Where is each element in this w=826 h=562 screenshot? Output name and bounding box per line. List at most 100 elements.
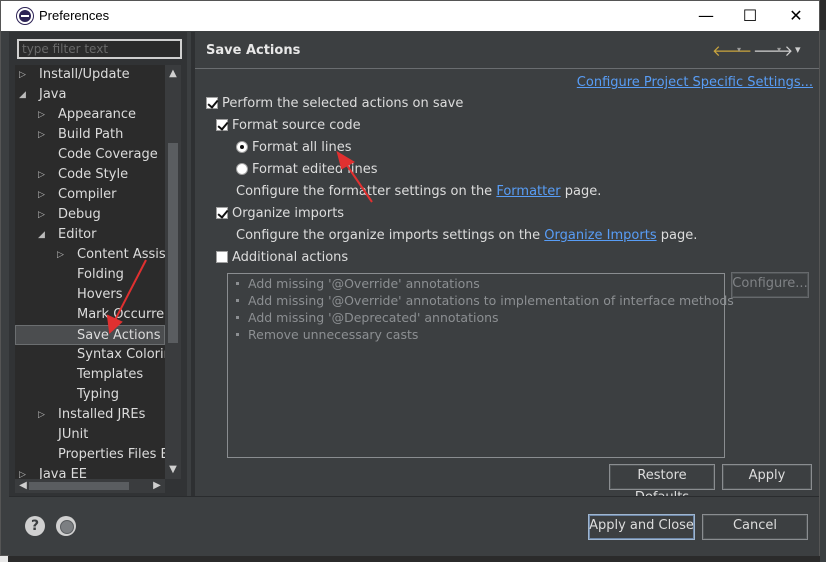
scroll-right-icon[interactable]: ▶ xyxy=(149,479,165,493)
tree-item-label: Typing xyxy=(77,387,119,402)
checkbox-label: Perform the selected actions on save xyxy=(222,96,464,111)
expand-icon[interactable]: ▷ xyxy=(38,405,48,425)
tree-item-properties-files-editor[interactable]: Properties Files Editor xyxy=(44,445,165,465)
additional-actions-checkbox[interactable]: Additional actions xyxy=(216,248,348,268)
forward-menu-icon[interactable]: ▾ xyxy=(777,45,781,54)
tree-item-editor[interactable]: ◢ Editor xyxy=(38,225,97,245)
checkbox-label: Format source code xyxy=(232,118,361,133)
tree-item-java[interactable]: ◢ Java xyxy=(19,85,67,105)
expand-icon[interactable]: ▷ xyxy=(57,245,67,265)
tree-item-label: Templates xyxy=(77,367,144,382)
organize-imports-link[interactable]: Organize Imports xyxy=(544,228,656,243)
tree-item-label: Debug xyxy=(58,207,101,222)
minimize-button[interactable]: — xyxy=(683,1,729,31)
radio-icon[interactable] xyxy=(236,141,248,153)
collapse-icon[interactable]: ◢ xyxy=(19,85,29,105)
window-title: Preferences xyxy=(39,8,110,23)
project-specific-settings-link[interactable]: Configure Project Specific Settings... xyxy=(577,75,813,90)
header-separator xyxy=(195,68,819,69)
tree-horizontal-scrollbar[interactable]: ◀ ▶ xyxy=(15,479,165,493)
tree-item-mark-occurrences[interactable]: Mark Occurrences xyxy=(63,305,165,325)
organize-imports-description: Configure the organize imports settings … xyxy=(236,226,697,246)
formatter-text-end: page. xyxy=(560,184,602,199)
cancel-button[interactable]: Cancel xyxy=(702,514,808,540)
forward-arrow-icon[interactable]: 🡒 xyxy=(753,41,793,60)
format-source-checkbox[interactable]: Format source code xyxy=(216,116,361,136)
tree-item-debug[interactable]: ▷ Debug xyxy=(38,205,101,225)
list-item: Remove unnecessary casts xyxy=(236,326,418,343)
expand-icon[interactable]: ▷ xyxy=(38,125,48,145)
tree-item-syntax-coloring[interactable]: Syntax Coloring xyxy=(63,345,165,365)
maximize-button[interactable]: ☐ xyxy=(727,1,773,31)
configure-button[interactable]: Configure... xyxy=(731,272,809,298)
organize-imports-checkbox[interactable]: Organize imports xyxy=(216,204,344,224)
checkbox-icon[interactable] xyxy=(216,119,228,131)
tree-item-hovers[interactable]: Hovers xyxy=(63,285,123,305)
radio-icon[interactable] xyxy=(236,163,248,175)
organize-text-end: page. xyxy=(656,228,698,243)
scroll-thumb[interactable] xyxy=(29,482,129,490)
back-arrow-icon[interactable]: 🡐 xyxy=(712,41,752,60)
expand-icon[interactable]: ▷ xyxy=(38,105,48,125)
perform-on-save-checkbox[interactable]: Perform the selected actions on save xyxy=(206,94,463,114)
back-menu-icon[interactable]: ▾ xyxy=(737,45,741,54)
apply-button[interactable]: Apply xyxy=(722,464,812,490)
tree-item-compiler[interactable]: ▷ Compiler xyxy=(38,185,117,205)
checkbox-icon[interactable] xyxy=(206,97,218,109)
tree-item-install-update[interactable]: ▷ Install/Update xyxy=(19,65,130,85)
tree-item-installed-jres[interactable]: ▷ Installed JREs xyxy=(38,405,145,425)
title-bar: Preferences — ☐ ✕ xyxy=(1,1,819,31)
restore-defaults-button[interactable]: Restore Defaults xyxy=(609,464,715,505)
close-button[interactable]: ✕ xyxy=(773,1,819,31)
collapse-icon[interactable]: ◢ xyxy=(38,225,48,245)
tree-item-label: Save Actions xyxy=(77,328,161,343)
save-actions-page: Save Actions 🡐 ▾ 🡒 ▾ ▾ Configure Project… xyxy=(195,32,819,505)
scroll-up-icon[interactable]: ▲ xyxy=(165,67,181,81)
tree-item-label: Editor xyxy=(58,227,97,242)
apply-and-close-button[interactable]: Apply and Close xyxy=(588,514,695,540)
checkbox-label: Additional actions xyxy=(232,250,349,265)
scroll-thumb[interactable] xyxy=(168,143,178,343)
list-item: Add missing '@Override' annotations xyxy=(236,275,480,292)
tree-item-appearance[interactable]: ▷ Appearance xyxy=(38,105,136,125)
tree-item-save-actions[interactable]: Save Actions xyxy=(15,325,165,345)
tree-item-label: Install/Update xyxy=(39,67,130,82)
filter-input[interactable]: type filter text xyxy=(17,39,182,59)
tree-item-templates[interactable]: Templates xyxy=(63,365,143,385)
radio-label: Format all lines xyxy=(252,140,352,155)
expand-icon[interactable]: ▷ xyxy=(38,185,48,205)
formatter-link[interactable]: Formatter xyxy=(496,184,560,199)
view-menu-icon[interactable]: ▾ xyxy=(795,43,801,56)
tree-item-junit[interactable]: JUnit xyxy=(44,425,88,445)
expand-icon[interactable]: ▷ xyxy=(19,65,29,85)
tree-item-build-path[interactable]: ▷ Build Path xyxy=(38,125,124,145)
tree-item-label: Build Path xyxy=(58,127,124,142)
tree-item-label: Content Assist xyxy=(77,247,165,262)
list-item-label: Remove unnecessary casts xyxy=(248,327,419,342)
tree-item-code-style[interactable]: ▷ Code Style xyxy=(38,165,128,185)
tree-item-label: Java xyxy=(39,87,67,102)
checkbox-icon[interactable] xyxy=(216,251,228,263)
list-item: Add missing '@Deprecated' annotations xyxy=(236,309,499,326)
expand-icon[interactable]: ▷ xyxy=(19,465,29,479)
checkbox-icon[interactable] xyxy=(216,207,228,219)
format-all-lines-radio[interactable]: Format all lines xyxy=(236,138,352,158)
tree-item-label: Folding xyxy=(77,267,124,282)
tree-item-java-ee[interactable]: ▷ Java EE xyxy=(19,465,87,479)
record-icon[interactable] xyxy=(56,516,76,536)
scroll-down-icon[interactable]: ▼ xyxy=(165,463,181,477)
expand-icon[interactable]: ▷ xyxy=(38,205,48,225)
format-edited-lines-radio[interactable]: Format edited lines xyxy=(236,160,378,180)
tree-item-content-assist[interactable]: ▷ Content Assist xyxy=(57,245,165,265)
list-item-label: Add missing '@Override' annotations to i… xyxy=(248,293,734,308)
tree-item-code-coverage[interactable]: Code Coverage xyxy=(44,145,158,165)
tree-item-typing[interactable]: Typing xyxy=(63,385,119,405)
eclipse-icon xyxy=(17,8,33,24)
help-icon[interactable]: ? xyxy=(25,516,45,536)
tree-item-folding[interactable]: Folding xyxy=(63,265,124,285)
tree-vertical-scrollbar[interactable]: ▲ ▼ xyxy=(165,65,181,479)
expand-icon[interactable]: ▷ xyxy=(38,165,48,185)
bullet-icon xyxy=(236,282,239,285)
background-editor-strip xyxy=(820,30,826,562)
additional-actions-list: Add missing '@Override' annotations Add … xyxy=(227,273,734,458)
